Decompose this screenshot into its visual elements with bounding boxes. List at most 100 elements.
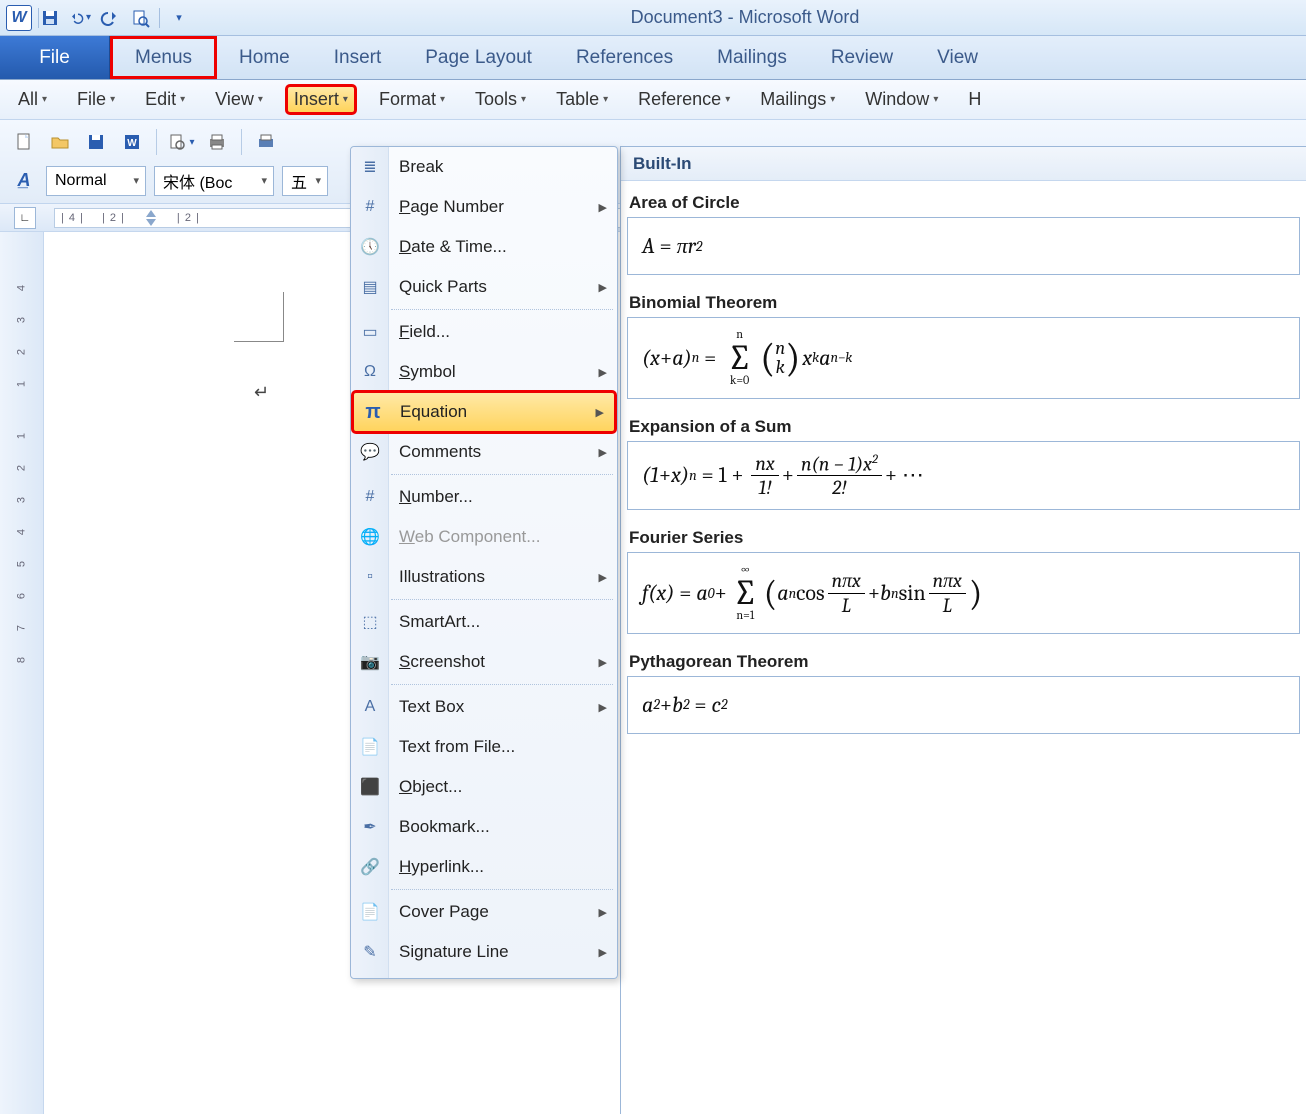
tab-mailings[interactable]: Mailings [695, 36, 809, 79]
menu-format[interactable]: Format▾ [373, 87, 451, 112]
insert-menu-page-number[interactable]: #Page Number▶ [351, 187, 617, 227]
menu-item-label: SmartArt... [399, 612, 480, 632]
vruler-tick: 8 [6, 639, 38, 682]
undo-icon[interactable]: ▾ [69, 7, 91, 29]
tab-insert[interactable]: Insert [312, 36, 404, 79]
redo-icon[interactable] [99, 7, 121, 29]
page-corner-crop-icon [234, 292, 284, 342]
insert-menu-hyperlink[interactable]: 🔗 Hyperlink... [351, 847, 617, 887]
menu-reference[interactable]: Reference▾ [632, 87, 736, 112]
insert-menu-screenshot[interactable]: 📷Screenshot▶ [351, 642, 617, 682]
menu-item-label: Illustrations [399, 567, 485, 587]
eq-fourier-series[interactable]: f(x) = a0 + ∞∑n=1 (an cos nπxL + bn sin … [627, 552, 1300, 634]
eq-area-of-circle[interactable]: A = πr2 [627, 217, 1300, 275]
submenu-arrow-icon: ▶ [599, 201, 607, 214]
pagenum-icon: # [357, 194, 383, 220]
print-preview-icon[interactable] [129, 7, 151, 29]
comment-icon: 💬 [357, 439, 383, 465]
print-preview-icon-2[interactable]: ▾ [167, 128, 195, 156]
tab-menus[interactable]: Menus [110, 36, 217, 79]
menu-window[interactable]: Window▾ [859, 87, 944, 112]
textbox-icon: A [357, 694, 383, 720]
symbol-icon: Ω [357, 359, 383, 385]
eq-title-fourier: Fourier Series [629, 528, 1300, 548]
number-icon: # [357, 484, 383, 510]
tab-review[interactable]: Review [809, 36, 915, 79]
menu-item-label: Bookmark... [399, 817, 490, 837]
print-icon[interactable] [252, 128, 280, 156]
datetime-icon: 🕔 [357, 234, 383, 260]
tab-file[interactable]: File [0, 36, 110, 79]
insert-menu-number[interactable]: # Number... [351, 477, 617, 517]
submenu-arrow-icon: ▶ [599, 906, 607, 919]
menu-item-label: Cover Page [399, 902, 489, 922]
qat-customize-icon[interactable]: ▾ [168, 7, 190, 29]
save-icon[interactable] [39, 7, 61, 29]
menu-tools[interactable]: Tools▾ [469, 87, 532, 112]
menu-item-label: Break [399, 157, 443, 177]
insert-menu-text-from-file[interactable]: 📄 Text from File... [351, 727, 617, 767]
font-size-selector[interactable]: 五 [282, 166, 328, 196]
tab-view[interactable]: View [915, 36, 1000, 79]
eq-pythagorean[interactable]: a2 + b2 = c2 [627, 676, 1300, 734]
insert-menu-symbol[interactable]: ΩSymbol▶ [351, 352, 617, 392]
tab-stop-type-icon[interactable]: ∟ [14, 207, 36, 229]
save-icon-2[interactable] [82, 128, 110, 156]
menu-table[interactable]: Table▾ [550, 87, 614, 112]
menu-insert[interactable]: Insert▾ [287, 86, 355, 113]
menu-file[interactable]: File▾ [71, 87, 121, 112]
insert-menu-date-time[interactable]: 🕔 Date & Time... [351, 227, 617, 267]
tab-page-layout[interactable]: Page Layout [403, 36, 554, 79]
insert-menu-comments[interactable]: 💬Comments▶ [351, 432, 617, 472]
menu-item-label: Text from File... [399, 737, 515, 757]
bookmark-icon: ✒ [357, 814, 383, 840]
insert-menu-quick-parts[interactable]: ▤Quick Parts▶ [351, 267, 617, 307]
menu-item-label: Date & Time... [399, 237, 507, 257]
menu-all[interactable]: All▾ [12, 87, 53, 112]
font-format-icon[interactable]: A̲ [10, 167, 38, 195]
hyperlink-icon: 🔗 [357, 854, 383, 880]
insert-menu-equation[interactable]: πEquation▶ [353, 392, 615, 432]
textfile-icon: 📄 [357, 734, 383, 760]
svg-text:W: W [127, 138, 137, 149]
insert-menu-object[interactable]: ⬛Object... [351, 767, 617, 807]
insert-menu-bookmark[interactable]: ✒ Bookmark... [351, 807, 617, 847]
menu-help-truncated[interactable]: H [962, 87, 987, 112]
menu-item-label: Symbol [399, 362, 456, 382]
new-doc-icon[interactable] [10, 128, 38, 156]
tab-home[interactable]: Home [217, 36, 312, 79]
menu-item-label: Web Component... [399, 527, 540, 547]
classic-menus-bar: All▾ File▾ Edit▾ View▾ Insert▾ Format▾ T… [0, 80, 1306, 120]
menu-item-label: Screenshot [399, 652, 485, 672]
font-selector[interactable]: 宋体 (Boc [154, 166, 274, 196]
insert-menu-field[interactable]: ▭Field... [351, 312, 617, 352]
pi-icon: π [360, 399, 386, 425]
insert-menu-signature-line[interactable]: ✎Signature Line▶ [351, 932, 617, 972]
insert-menu-break[interactable]: ≣Break [351, 147, 617, 187]
open-folder-icon[interactable] [46, 128, 74, 156]
menu-separator [391, 684, 613, 685]
submenu-arrow-icon: ▶ [599, 701, 607, 714]
menu-edit[interactable]: Edit▾ [139, 87, 191, 112]
menu-item-label: Number... [399, 487, 473, 507]
insert-menu-illustrations[interactable]: ▫Illustrations▶ [351, 557, 617, 597]
menu-item-label: Comments [399, 442, 481, 462]
submenu-arrow-icon: ▶ [596, 406, 604, 419]
insert-menu-text-box[interactable]: AText Box▶ [351, 687, 617, 727]
eq-binomial-theorem[interactable]: (x + a)n = n∑k=0 (nk) xkan−k [627, 317, 1300, 399]
menu-separator [391, 309, 613, 310]
menu-item-label: Field... [399, 322, 450, 342]
save-as-word-icon[interactable]: W [118, 128, 146, 156]
eq-expansion-of-sum[interactable]: (1 + x)n = 1 + nx1! + n(n − 1)x22! + ⋯ [627, 441, 1300, 511]
vertical-ruler: 432112345678 [0, 232, 44, 1114]
quick-access-toolbar: ▾ ▾ [39, 7, 190, 29]
insert-menu-cover-page[interactable]: 📄Cover Page▶ [351, 892, 617, 932]
quick-print-icon[interactable] [203, 128, 231, 156]
menu-view[interactable]: View▾ [209, 87, 269, 112]
tab-references[interactable]: References [554, 36, 695, 79]
indent-marker-icon[interactable] [143, 210, 159, 226]
insert-menu-smartart[interactable]: ⬚SmartArt... [351, 602, 617, 642]
menu-mailings[interactable]: Mailings▾ [754, 87, 841, 112]
menu-item-label: Hyperlink... [399, 857, 484, 877]
style-selector[interactable]: Normal [46, 166, 146, 196]
